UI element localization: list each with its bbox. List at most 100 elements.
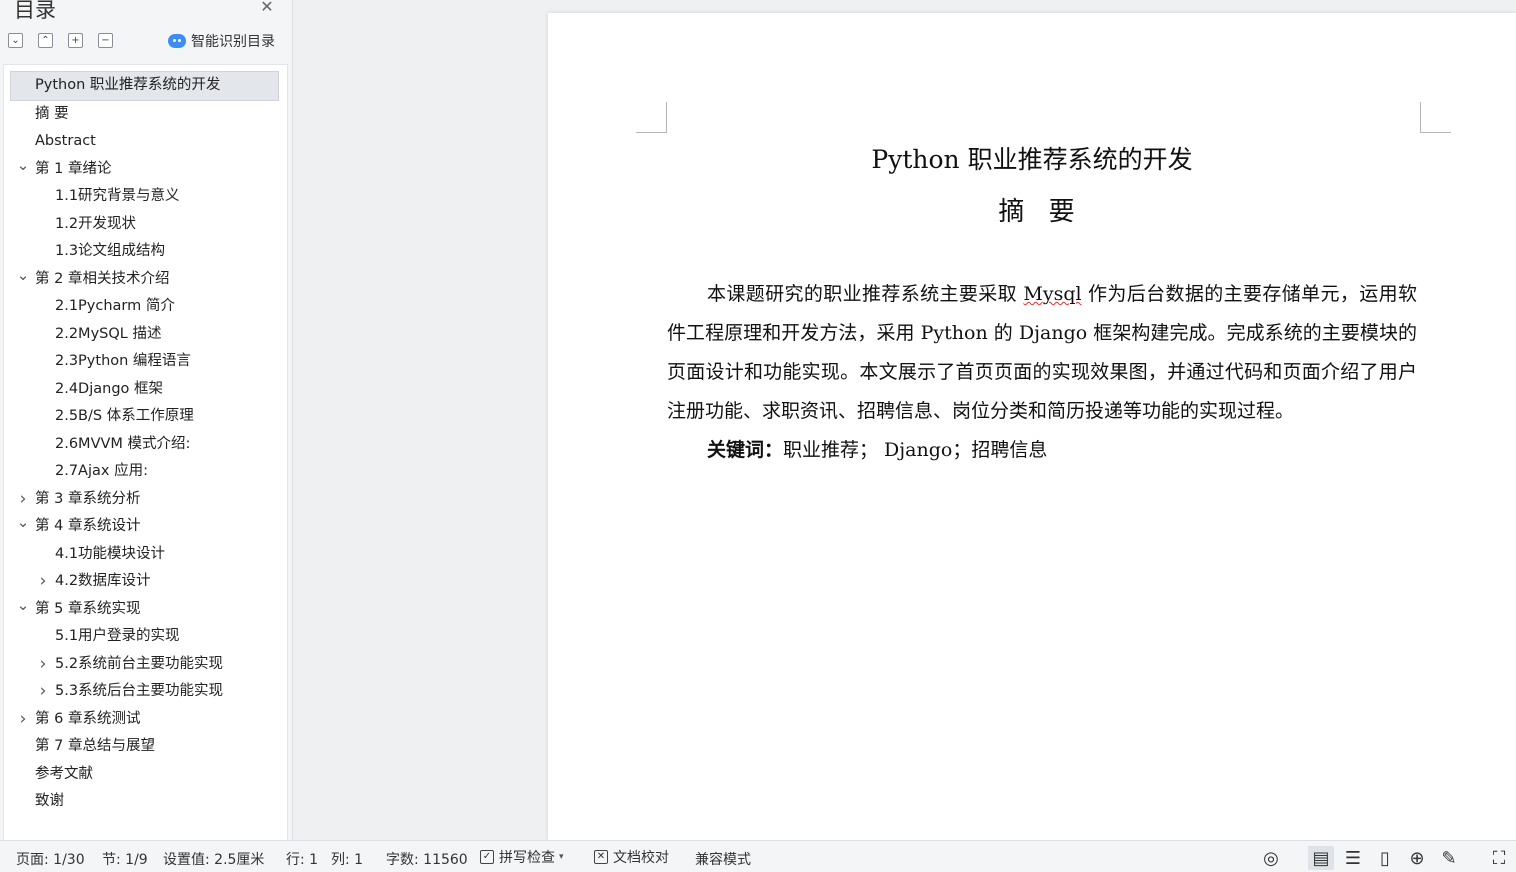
toc-item[interactable]: 1.3论文组成结构: [4, 238, 287, 266]
compat-mode-label[interactable]: 兼容模式: [695, 849, 751, 869]
checkbox-check-icon: ✓: [480, 850, 494, 864]
toc-sidebar: 目录 ✕ ⌄ ⌃ + − 智能识别目录 Python 职业推荐系统的开发摘 要 A…: [0, 0, 293, 841]
toc-item-label: 致谢: [35, 793, 64, 809]
pen-icon[interactable]: ✎: [1436, 846, 1462, 870]
crop-mark-top-right: [1420, 102, 1451, 133]
toc-item-label: 第 3 章系统分析: [35, 490, 141, 507]
toc-item[interactable]: 2.3Python 编程语言: [4, 348, 287, 376]
chevron-down-icon[interactable]: ⌄: [16, 509, 30, 537]
page-view-icon[interactable]: ▤: [1308, 846, 1334, 870]
doc-proof-label: 文档校对: [613, 850, 669, 866]
toc-item-label: 2.4Django 框架: [55, 380, 164, 397]
toc-item[interactable]: ⌄ 第 5 章系统实现: [4, 596, 287, 624]
toc-item[interactable]: › 5.3系统后台主要功能实现: [4, 678, 287, 706]
toc-item-label: 2.7Ajax 应用:: [55, 463, 148, 479]
eye-protection-icon[interactable]: ◎: [1258, 846, 1284, 870]
abstract-heading: 摘 要: [998, 197, 1083, 227]
robot-icon: [168, 34, 186, 48]
toc-item-label: 1.1研究背景与意义: [55, 188, 180, 204]
toc-item[interactable]: Abstract: [4, 128, 287, 156]
toc-item-label: 5.1用户登录的实现: [55, 628, 180, 644]
toc-item[interactable]: ⌄ 第 1 章绪论: [4, 156, 287, 184]
expand-all-icon[interactable]: ⌄: [8, 33, 23, 48]
toc-item-label: 4.1功能模块设计: [55, 545, 166, 562]
toc-item[interactable]: 4.1功能模块设计: [4, 541, 287, 569]
toc-item-label: 2.1Pycharm 简介: [55, 298, 175, 314]
status-section: 节: 1/9: [102, 852, 148, 868]
toc-item-label: 参考文献: [35, 765, 93, 782]
chevron-down-icon[interactable]: ⌄: [16, 262, 30, 290]
toc-item-label: 1.2开发现状: [55, 215, 137, 232]
toc-item[interactable]: › 5.2系统前台主要功能实现: [4, 651, 287, 679]
paragraph-text: 本课题研究的职业推荐系统主要采取: [707, 283, 1024, 305]
toc-item[interactable]: ⌄ 第 2 章相关技术介绍: [4, 266, 287, 294]
toc-item-label: 摘 要: [35, 105, 69, 122]
toc-item-label: 1.3论文组成结构: [55, 243, 166, 259]
status-row: 行: 1: [286, 852, 319, 868]
toc-item[interactable]: › 4.2数据库设计: [4, 568, 287, 596]
proofread-icon: ✕: [594, 850, 608, 864]
status-word-count[interactable]: 字数: 11560: [386, 849, 468, 869]
toc-item-label: 第 6 章系统测试: [35, 710, 141, 727]
toc-item-label: 2.6MVVM 模式介绍:: [55, 435, 191, 452]
toc-item-label: 5.2系统前台主要功能实现: [55, 655, 224, 672]
toc-item[interactable]: › 第 3 章系统分析: [4, 486, 287, 514]
toc-item[interactable]: 2.4Django 框架: [4, 376, 287, 404]
toc-item[interactable]: 2.7Ajax 应用:: [4, 458, 287, 486]
toc-item[interactable]: 致谢: [4, 788, 287, 816]
toc-item[interactable]: 2.1Pycharm 简介: [4, 293, 287, 321]
toc-item[interactable]: 1.1研究背景与意义: [4, 183, 287, 211]
chevron-down-icon[interactable]: ⌄: [16, 152, 30, 180]
toc-item-label: 第 1 章绪论: [35, 160, 112, 177]
toc-item[interactable]: 2.5B/S 体系工作原理: [4, 403, 287, 431]
toc-item[interactable]: Python 职业推荐系统的开发: [10, 71, 279, 101]
toc-item-label: 第 5 章系统实现: [35, 600, 141, 617]
plus-icon[interactable]: +: [68, 33, 83, 48]
toc-item-label: 2.3Python 编程语言: [55, 353, 191, 369]
toc-item[interactable]: 第 7 章总结与展望: [4, 733, 287, 761]
status-bar: 页面: 1/30 节: 1/9 设置值: 2.5厘米 行: 1 列: 1 字数:…: [0, 840, 1516, 872]
toc-item-label: 5.3系统后台主要功能实现: [55, 683, 224, 699]
toc-item-label: Abstract: [35, 133, 96, 149]
toc-item[interactable]: 摘 要: [4, 101, 287, 129]
document-body[interactable]: 本课题研究的职业推荐系统主要采取 Mysql 作为后台数据的主要存储单元，运用软…: [667, 275, 1417, 470]
reading-mode-icon[interactable]: ▯: [1372, 846, 1398, 870]
toc-item-label: 2.5B/S 体系工作原理: [55, 408, 194, 424]
minus-icon[interactable]: −: [98, 33, 113, 48]
chevron-right-icon[interactable]: ›: [36, 568, 50, 596]
toc-item[interactable]: › 第 6 章系统测试: [4, 706, 287, 734]
fullscreen-icon[interactable]: ⛶: [1486, 846, 1512, 870]
toc-panel: Python 职业推荐系统的开发摘 要 Abstract ⌄ 第 1 章绪论 1.1研究…: [3, 64, 288, 841]
toc-item-label: 第 4 章系统设计: [35, 518, 141, 534]
crop-mark-top-left: [636, 102, 667, 133]
chevron-down-icon[interactable]: ⌄: [16, 592, 30, 620]
toc-item-label: 4.2数据库设计: [55, 573, 151, 589]
smart-toc-button[interactable]: 智能识别目录: [168, 31, 275, 51]
keywords-text: 职业推荐； Django；招聘信息: [783, 439, 1048, 461]
status-page[interactable]: 页面: 1/30: [16, 849, 85, 869]
toc-list: Python 职业推荐系统的开发摘 要 Abstract ⌄ 第 1 章绪论 1.1研究…: [4, 71, 287, 816]
toc-item[interactable]: 1.2开发现状: [4, 211, 287, 239]
chevron-right-icon[interactable]: ›: [36, 651, 50, 679]
chevron-right-icon[interactable]: ›: [16, 706, 30, 734]
web-view-icon[interactable]: ⊕: [1404, 846, 1430, 870]
toc-item-label: Python 职业推荐系统的开发: [35, 77, 221, 93]
toc-item[interactable]: 参考文献: [4, 761, 287, 789]
doc-proof-button[interactable]: ✕ 文档校对: [594, 846, 669, 868]
toc-item[interactable]: 2.2MySQL 描述: [4, 321, 287, 349]
dropdown-arrow-icon[interactable]: ▾: [559, 852, 564, 862]
toc-item[interactable]: ⌄ 第 4 章系统设计: [4, 513, 287, 541]
collapse-all-icon[interactable]: ⌃: [38, 33, 53, 48]
toc-item[interactable]: 2.6MVVM 模式介绍:: [4, 431, 287, 459]
document-page[interactable]: Python 职业推荐系统的开发 摘 要 本课题研究的职业推荐系统主要采取 My…: [548, 13, 1516, 840]
outline-view-icon[interactable]: ☰: [1340, 846, 1366, 870]
toc-item-label: 第 7 章总结与展望: [35, 738, 155, 754]
spell-check-button[interactable]: ✓ 拼写检查 ▾: [480, 846, 564, 868]
close-icon[interactable]: ✕: [258, 0, 276, 16]
toc-item-label: 2.2MySQL 描述: [55, 325, 162, 342]
toc-item[interactable]: 5.1用户登录的实现: [4, 623, 287, 651]
abstract-paragraph: 本课题研究的职业推荐系统主要采取 Mysql 作为后台数据的主要存储单元，运用软…: [667, 275, 1417, 431]
chevron-right-icon[interactable]: ›: [36, 678, 50, 706]
spell-error-word[interactable]: Mysql: [1023, 283, 1081, 305]
sidebar-title: 目录: [14, 0, 56, 22]
